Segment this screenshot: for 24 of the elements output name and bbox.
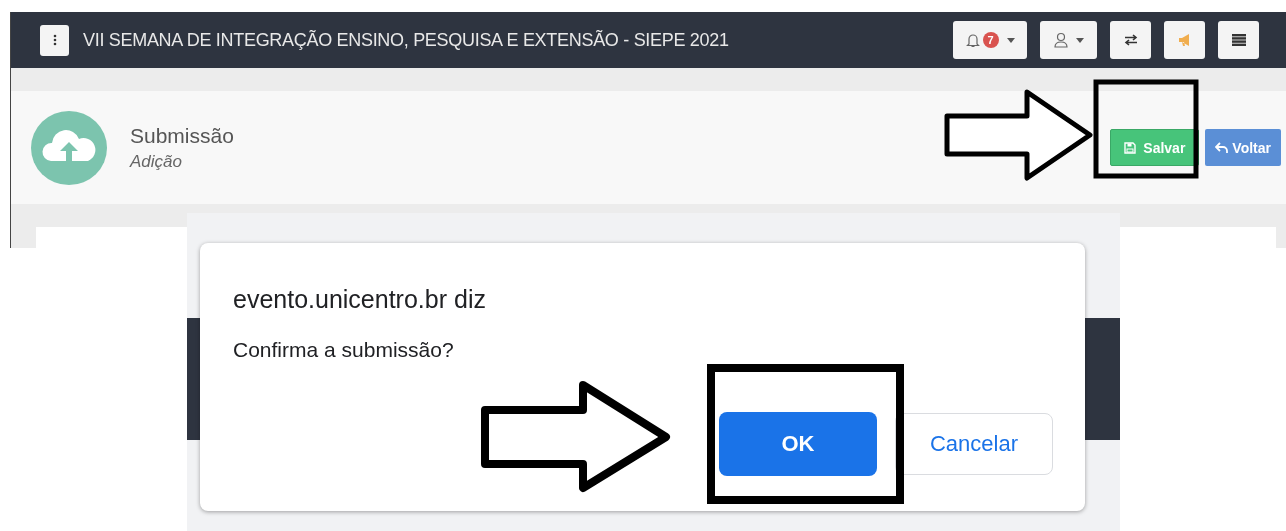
caret-icon <box>1075 37 1084 43</box>
ok-button[interactable]: OK <box>719 412 877 476</box>
site-title: VII SEMANA DE INTEGRAÇÃO ENSINO, PESQUISA E EXTENSÃO - SIEPE 2021 <box>83 29 729 51</box>
list-icon <box>1231 34 1246 46</box>
megaphone-icon <box>1177 33 1192 47</box>
cloud-upload-icon <box>31 110 107 185</box>
page-subtitle: Adição <box>130 151 183 172</box>
reply-arrow-icon <box>1215 141 1229 154</box>
switch-button[interactable] <box>1110 21 1151 59</box>
menu-icon <box>52 34 57 46</box>
cancel-button[interactable]: Cancelar <box>895 413 1053 475</box>
caret-icon <box>1006 37 1015 43</box>
swap-arrows-icon <box>1123 34 1138 46</box>
dialog-title: evento.unicentro.br diz <box>233 285 487 314</box>
bell-icon <box>965 32 980 48</box>
dialog-message: Confirma a submissão? <box>233 338 455 362</box>
menu-button[interactable] <box>40 24 69 56</box>
user-button[interactable] <box>1040 21 1097 59</box>
back-button[interactable]: Voltar <box>1205 129 1281 166</box>
notifications-button[interactable]: 7 <box>953 21 1027 59</box>
page-title: Submissão <box>130 123 235 148</box>
notification-badge: 7 <box>982 32 999 48</box>
user-icon <box>1053 32 1068 48</box>
layout-button[interactable] <box>1218 21 1259 59</box>
